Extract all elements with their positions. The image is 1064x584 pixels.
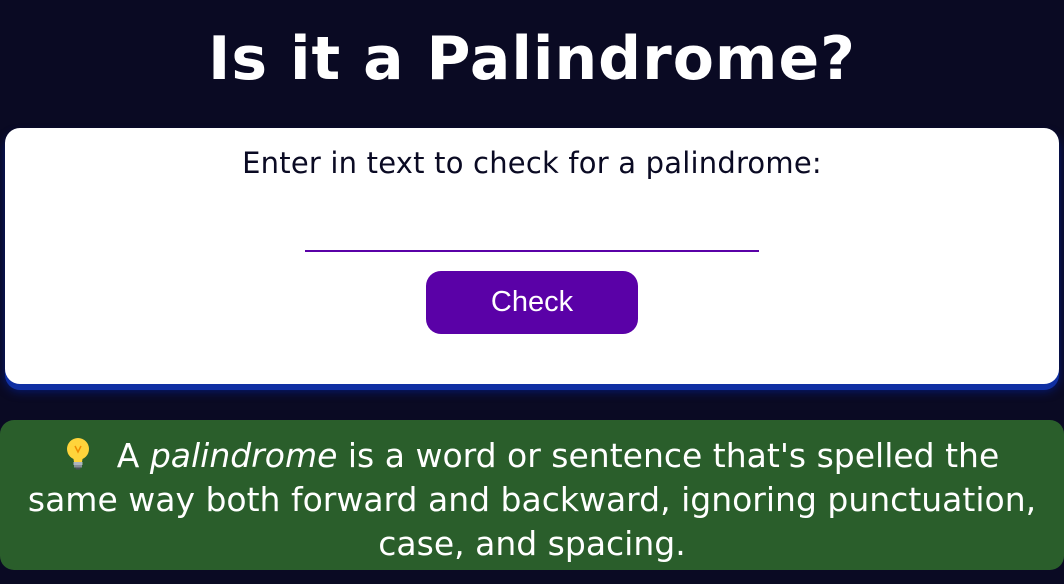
palindrome-definition-box: A palindrome is a word or sentence that'…: [0, 420, 1064, 570]
definition-term: palindrome: [149, 436, 338, 475]
text-input[interactable]: [305, 214, 759, 252]
palindrome-checker-page: Is it a Palindrome? Enter in text to che…: [0, 0, 1064, 584]
definition-lead: A: [116, 436, 140, 475]
lightbulb-icon: [65, 437, 91, 471]
input-card: Enter in text to check for a palindrome:…: [5, 128, 1059, 384]
check-button[interactable]: Check: [426, 271, 638, 334]
page-title: Is it a Palindrome?: [208, 24, 856, 94]
input-prompt-label: Enter in text to check for a palindrome:: [242, 146, 822, 180]
